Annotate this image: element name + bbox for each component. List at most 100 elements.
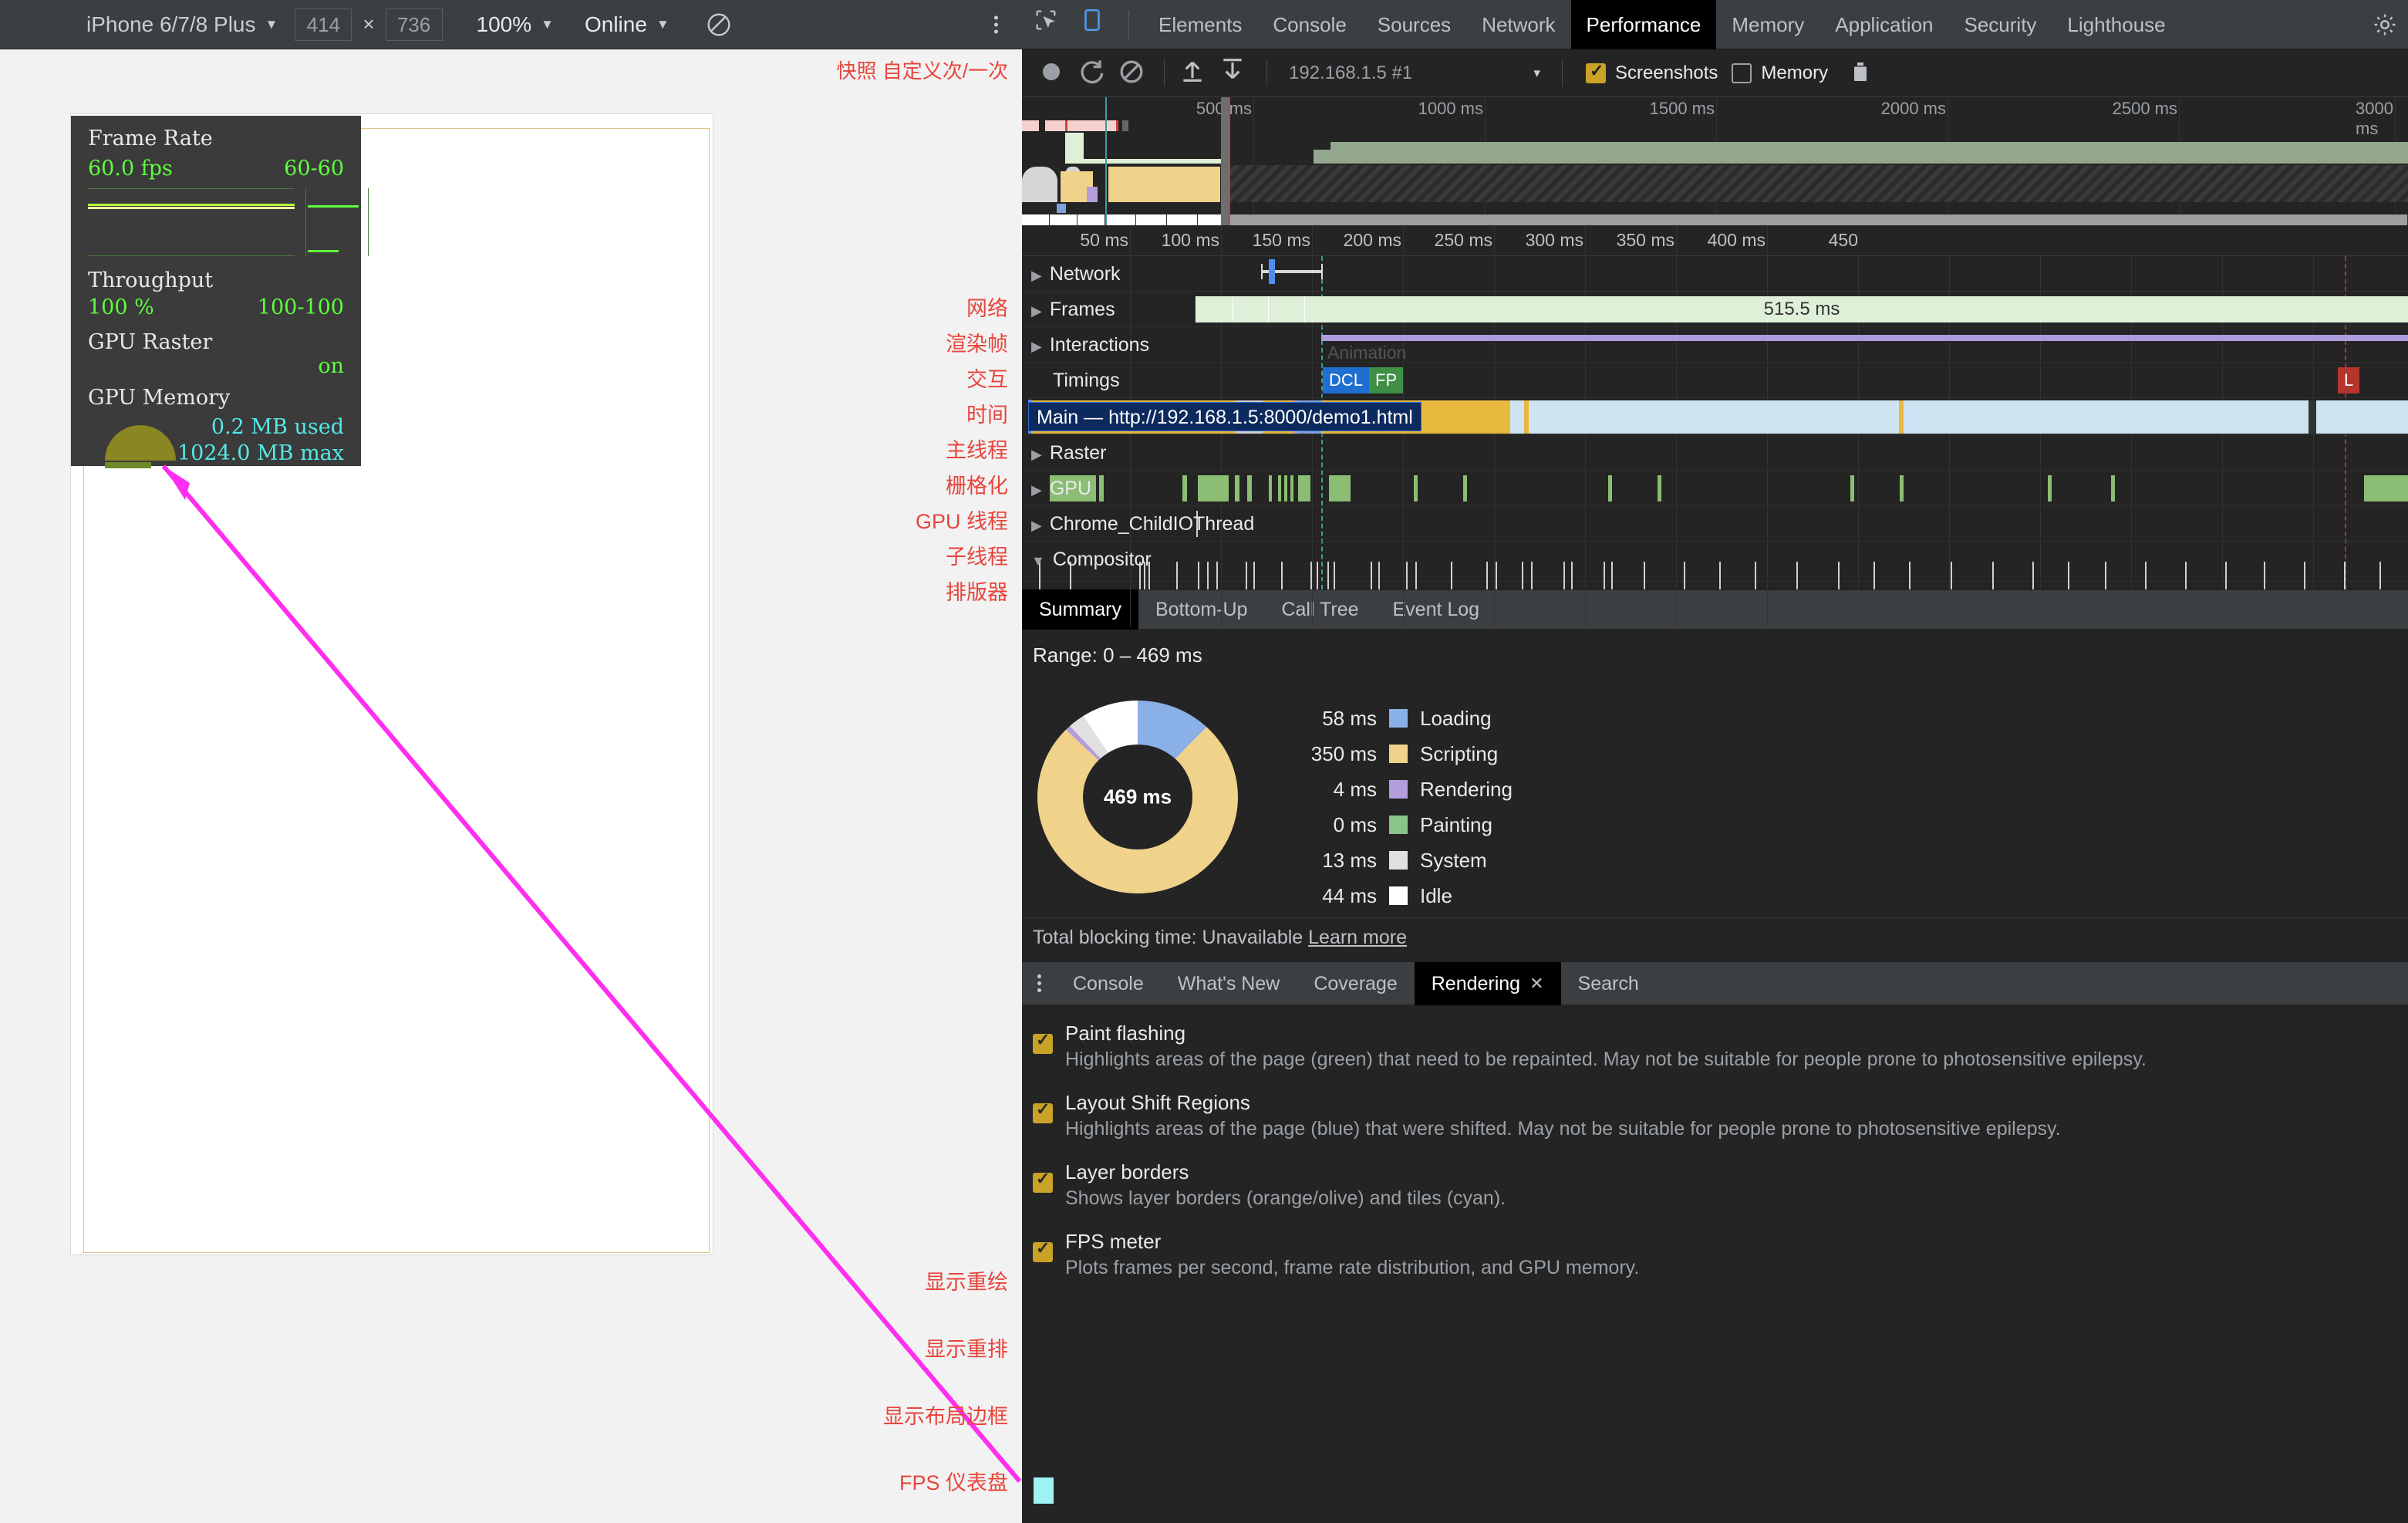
tab-security[interactable]: Security	[1949, 0, 2052, 49]
tab-console[interactable]: Console	[1257, 0, 1361, 49]
track-gpu[interactable]: ▶GPU	[1022, 471, 2408, 506]
summary-legend: 58 ms Loading 350 ms Scripting 4 ms Rend…	[1277, 701, 1513, 913]
zoom-selector[interactable]: 100% ▼	[477, 12, 554, 37]
screenshots-checkbox[interactable]: Screenshots	[1586, 62, 1718, 84]
marker-dcl[interactable]: DCL	[1323, 367, 1369, 393]
rendering-option-layout-shift[interactable]: Layout Shift Regions Highlights areas of…	[1033, 1091, 2397, 1140]
device-width-input[interactable]: 414	[295, 8, 352, 41]
inspect-element-icon[interactable]	[1033, 7, 1068, 42]
more-tools-icon[interactable]	[1022, 971, 1056, 995]
paint-flashing-label: Paint flashing	[1065, 1022, 1185, 1045]
track-main-thread[interactable]: Main — http://192.168.1.5:8000/demo1.htm…	[1022, 398, 2408, 435]
tab-lighthouse[interactable]: Lighthouse	[2052, 0, 2180, 49]
legend-value-painting: 0 ms	[1277, 813, 1377, 837]
profile-selector[interactable]: 192.168.1.5 #1 ▾	[1280, 57, 1550, 89]
cyan-tile-swatch	[1034, 1477, 1054, 1504]
annotation-layout-shift: 显示重排	[925, 1332, 1008, 1363]
paint-flashing-desc: Highlights areas of the page (green) tha…	[1065, 1049, 2147, 1071]
chevron-right-icon[interactable]: ▶	[1031, 258, 1042, 293]
chevron-right-icon[interactable]: ▶	[1031, 293, 1042, 329]
layout-shift-desc: Highlights areas of the page (blue) that…	[1065, 1118, 2061, 1140]
ruler-tick-450: 450	[1829, 230, 1858, 251]
clear-icon[interactable]	[1115, 55, 1152, 92]
close-icon[interactable]: ✕	[1529, 962, 1543, 1005]
record-icon[interactable]	[1034, 55, 1071, 92]
gpu-memory-gauge: 0.2 MB used 1024.0 MB max	[88, 414, 344, 468]
track-gpu-label: ▶GPU	[1031, 471, 1091, 508]
legend-row-scripting: 350 ms Scripting	[1277, 736, 1513, 772]
save-profile-icon[interactable]	[1217, 55, 1254, 92]
annotation-track-network: 网络	[966, 292, 1008, 322]
animation-bar[interactable]	[1321, 335, 2408, 341]
throughput-title: Throughput	[88, 268, 344, 292]
tab-performance[interactable]: Performance	[1571, 0, 1717, 49]
frame-band[interactable]: 515.5 ms	[1196, 296, 2408, 322]
checkbox-icon[interactable]	[1033, 1242, 1053, 1262]
tab-call-tree[interactable]: Call Tree	[1264, 589, 1375, 630]
track-compositor-label: ▼Compositor	[1031, 542, 1152, 579]
drawer-tab-search[interactable]: Search	[1561, 962, 1656, 1005]
chevron-right-icon[interactable]: ▶	[1031, 472, 1042, 508]
gear-icon[interactable]	[2371, 11, 2399, 39]
drawer-tab-coverage[interactable]: Coverage	[1297, 962, 1414, 1005]
learn-more-link[interactable]: Learn more	[1308, 927, 1407, 948]
tab-network[interactable]: Network	[1466, 0, 1570, 49]
legend-label-rendering: Rendering	[1420, 778, 1513, 802]
rendering-option-paint-flashing[interactable]: Paint flashing Highlights areas of the p…	[1033, 1022, 2397, 1071]
chevron-right-icon[interactable]: ▶	[1031, 508, 1042, 543]
chevron-right-icon[interactable]: ▶	[1031, 437, 1042, 472]
checkbox-icon[interactable]	[1033, 1034, 1053, 1054]
timeline-tracks[interactable]: ▶Network ▶Frames 515.5 ms	[1022, 256, 2408, 589]
timeline-overview[interactable]: 500 ms 1000 ms 1500 ms 2000 ms 2500 ms 3…	[1022, 97, 2408, 225]
marker-l[interactable]: L	[2338, 367, 2359, 393]
network-throttling-selector[interactable]: Online ▼	[585, 12, 669, 37]
checkbox-icon	[1586, 63, 1606, 83]
track-frames[interactable]: ▶Frames 515.5 ms	[1022, 292, 2408, 327]
device-height-input[interactable]: 736	[386, 8, 443, 41]
track-interactions[interactable]: ▶Interactions Animation	[1022, 327, 2408, 363]
tab-application[interactable]: Application	[1819, 0, 1948, 49]
tab-memory[interactable]: Memory	[1716, 0, 1819, 49]
overview-tick-1000: 1000 ms	[1418, 99, 1483, 119]
track-main-thread-label[interactable]: Main — http://192.168.1.5:8000/demo1.htm…	[1028, 402, 1422, 431]
drawer-tab-whats-new[interactable]: What's New	[1161, 962, 1297, 1005]
toggle-device-toolbar-icon[interactable]	[1079, 7, 1115, 42]
memory-checkbox[interactable]: Memory	[1732, 62, 1828, 84]
drawer-tab-rendering[interactable]: Rendering ✕	[1415, 962, 1561, 1005]
track-timings-label: Timings	[1031, 363, 1120, 398]
tab-summary[interactable]: Summary	[1022, 589, 1138, 630]
more-options-icon[interactable]	[986, 12, 1005, 36]
load-profile-icon[interactable]	[1177, 55, 1214, 92]
gpu-raster-value: on	[88, 354, 344, 378]
checkbox-icon[interactable]	[1033, 1173, 1053, 1193]
track-raster[interactable]: ▶Raster	[1022, 435, 2408, 471]
chevron-right-icon[interactable]: ▶	[1031, 329, 1042, 364]
tab-event-log[interactable]: Event Log	[1376, 589, 1497, 630]
track-timings[interactable]: Timings DCL FP L	[1022, 363, 2408, 398]
track-network-label: ▶Network	[1031, 256, 1121, 293]
marker-fp[interactable]: FP	[1369, 367, 1403, 393]
overview-selection-end[interactable]	[1229, 97, 1230, 225]
track-network[interactable]: ▶Network	[1022, 256, 2408, 292]
gpu-memory-title: GPU Memory	[88, 386, 344, 410]
rendering-option-layer-borders[interactable]: Layer borders Shows layer borders (orang…	[1033, 1160, 2397, 1210]
checkbox-icon[interactable]	[1033, 1103, 1053, 1123]
chevron-down-icon[interactable]: ▼	[1031, 543, 1045, 579]
reload-and-record-icon[interactable]	[1074, 55, 1111, 92]
drawer-tab-console[interactable]: Console	[1056, 962, 1161, 1005]
legend-value-idle: 44 ms	[1277, 884, 1377, 908]
zoom-label: 100%	[477, 12, 532, 37]
tab-sources[interactable]: Sources	[1362, 0, 1466, 49]
tab-elements[interactable]: Elements	[1143, 0, 1257, 49]
legend-swatch-rendering	[1389, 780, 1408, 799]
rendering-option-fps-meter[interactable]: FPS meter Plots frames per second, frame…	[1033, 1230, 2397, 1279]
device-selector[interactable]: iPhone 6/7/8 Plus ▼	[86, 12, 278, 37]
delete-icon[interactable]	[1848, 56, 1879, 90]
track-child-io-thread[interactable]: ▶Chrome_ChildIOThread	[1022, 506, 2408, 542]
overview-selection-start[interactable]	[1105, 97, 1107, 225]
rotate-icon[interactable]	[703, 9, 734, 40]
tab-bottom-up[interactable]: Bottom-Up	[1138, 589, 1264, 630]
summary-tabbar: Summary Bottom-Up Call Tree Event Log	[1022, 589, 2408, 630]
overview-window-handle[interactable]	[1221, 97, 1229, 225]
compositor-events-row[interactable]	[1022, 559, 2408, 589]
